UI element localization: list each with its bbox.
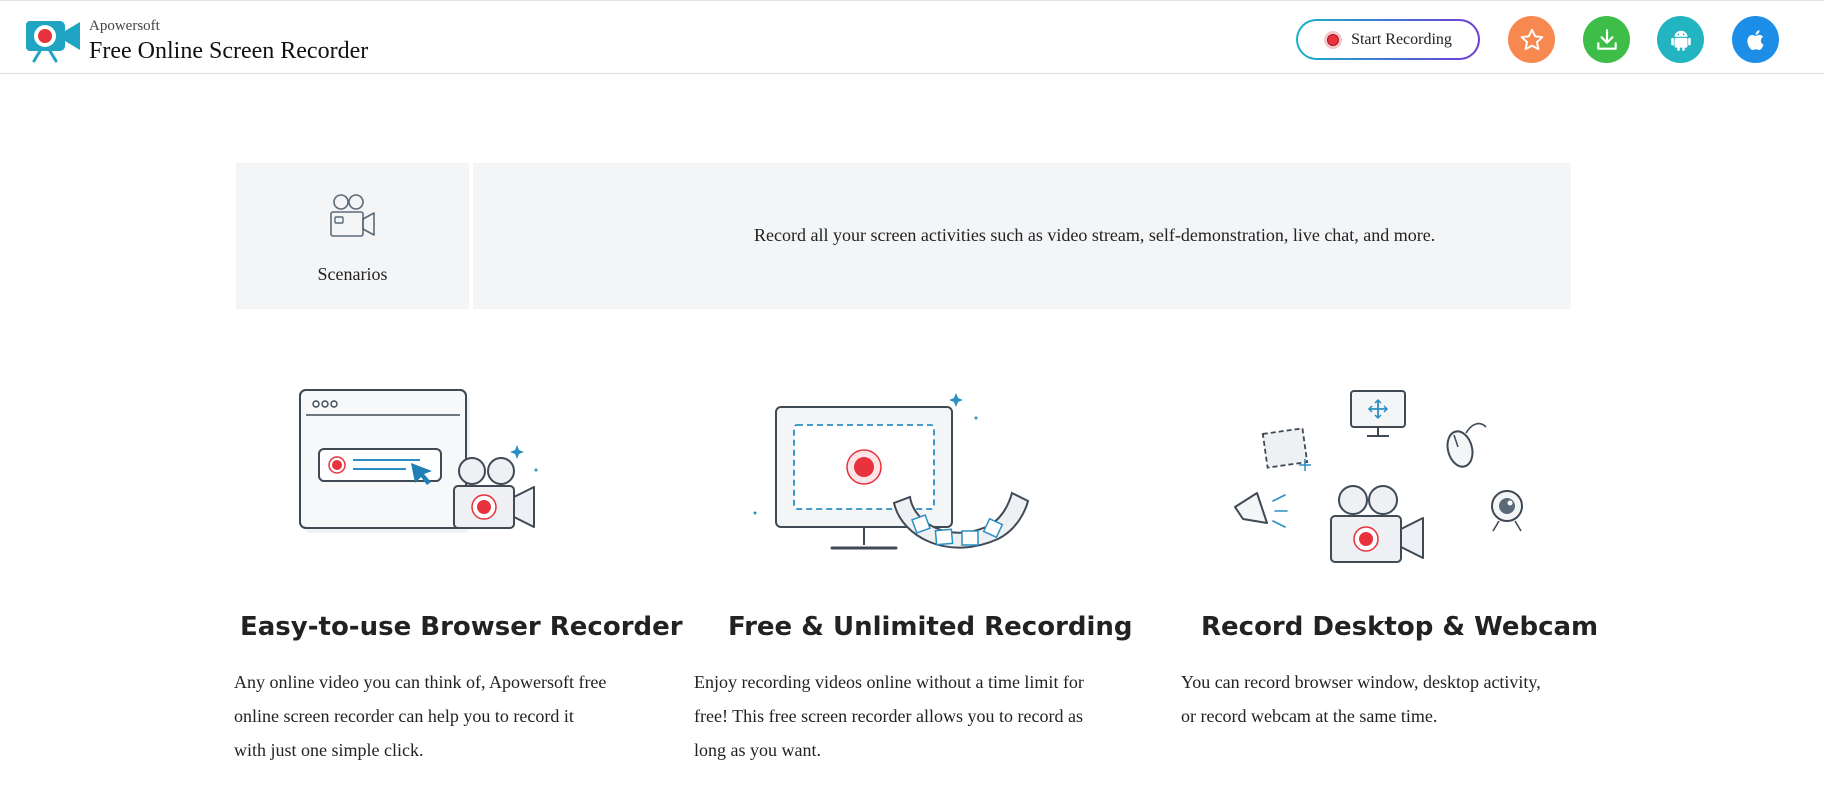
download-button[interactable]: [1583, 16, 1630, 63]
browser-recorder-illustration: [299, 389, 538, 533]
brand-name: Apowersoft: [89, 18, 160, 34]
feature-description-line: Any online video you can think of, Apowe…: [234, 672, 607, 692]
apple-button[interactable]: [1732, 16, 1779, 63]
feature-title: Easy-to-use Browser Recorder: [240, 612, 683, 642]
scenarios-label: Scenarios: [317, 264, 388, 284]
feature-description-line: with just one simple click.: [234, 740, 424, 760]
star-icon: [1520, 28, 1543, 50]
feature-description-line: You can record browser window, desktop a…: [1181, 672, 1541, 692]
scenarios-section: Scenarios Record all your screen activit…: [236, 163, 1571, 309]
start-recording-label: Start Recording: [1351, 30, 1452, 48]
feature-description: Any online video you can think of, Apowe…: [234, 665, 606, 767]
feature-description-line: long as you want.: [694, 740, 821, 760]
android-button[interactable]: [1657, 16, 1704, 63]
scenarios-description: Record all your screen activities such a…: [754, 225, 1436, 245]
feature-description-line: online screen recorder can help you to r…: [234, 706, 574, 726]
scenarios-tab: Scenarios: [236, 163, 469, 309]
feature-description: Enjoy recording videos online without a …: [694, 665, 1084, 767]
apple-icon: [1746, 29, 1764, 50]
feature-description-line: or record webcam at the same time.: [1181, 706, 1438, 726]
video-camera-icon: [330, 194, 375, 237]
feature-description-line: free! This free screen recorder allows y…: [694, 706, 1083, 726]
feature-title: Free & Unlimited Recording: [728, 612, 1133, 642]
feature-description-line: Enjoy recording videos online without a …: [694, 672, 1084, 692]
record-icon: [1324, 30, 1343, 49]
site-header: Apowersoft Free Online Screen Recorder S…: [0, 0, 1824, 74]
desktop-webcam-illustration: [1234, 390, 1523, 563]
unlimited-recording-illustration: [753, 393, 1030, 550]
favorite-button[interactable]: [1508, 16, 1555, 63]
site-title[interactable]: Free Online Screen Recorder: [89, 38, 368, 65]
download-icon: [1596, 28, 1617, 50]
android-icon: [1670, 30, 1691, 51]
scenarios-description-panel: Record all your screen activities such a…: [473, 163, 1571, 309]
app-logo-icon[interactable]: [26, 15, 82, 63]
feature-description: You can record browser window, desktop a…: [1181, 665, 1541, 733]
feature-title: Record Desktop & Webcam: [1201, 612, 1599, 642]
start-recording-button[interactable]: Start Recording: [1296, 19, 1480, 60]
